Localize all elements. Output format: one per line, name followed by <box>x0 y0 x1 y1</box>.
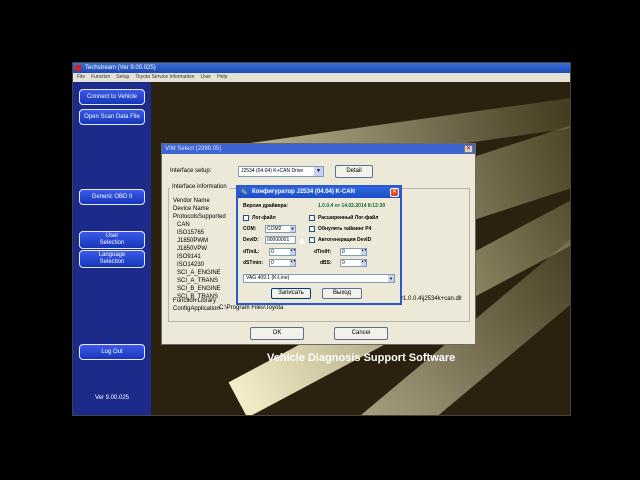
tinih-value: 0 <box>342 249 345 255</box>
connect-to-vehicle-button[interactable]: Connect to Vehicle <box>79 89 145 105</box>
info-line: Vendor Name <box>173 198 210 204</box>
stmin-value: 0 <box>271 260 274 266</box>
devid-field[interactable]: 00000001 <box>265 236 296 244</box>
bs-stepper[interactable]: 0 ▲▼ <box>340 259 367 267</box>
user-selection-button[interactable]: User Selection <box>79 231 145 249</box>
log-file-checkbox[interactable] <box>243 215 249 221</box>
wrench-icon: ✎ <box>241 188 248 197</box>
menu-bar: File Function Setup Toyota Service Informat… <box>73 73 570 82</box>
save-button[interactable]: Записать <box>271 288 311 299</box>
info-line: CAN <box>177 222 190 228</box>
tinih-stepper[interactable]: 0 ▲▼ <box>340 248 367 256</box>
info-line: ConfigApplication <box>173 306 220 312</box>
interface-setup-label: Interface setup: <box>170 168 212 174</box>
stepper-arrows-icon[interactable]: ▲▼ <box>290 249 296 255</box>
tinil-value: 0 <box>271 249 274 255</box>
info-line: ProtocolsSupported <box>173 214 226 220</box>
interface-select[interactable]: J2534 (04.04) K+CAN Drive ▼ <box>238 166 324 177</box>
menu-setup[interactable]: Setup <box>116 74 129 80</box>
mouse-cursor-icon <box>299 238 305 244</box>
version-label: Ver 9.00.025 <box>94 395 130 401</box>
tinil-label: dTiniL: <box>243 249 260 255</box>
info-line: ISO9141 <box>177 254 201 260</box>
driver-version-value: 1.0.0.4 от 14.02.2014 8:12:30 <box>318 203 386 209</box>
devid-label: DevID: <box>243 237 259 243</box>
config-dialog-title: Конфигуратор J2534 (04.04) K-CAN <box>238 187 400 198</box>
close-icon[interactable]: ✕ <box>390 188 399 197</box>
vim-dialog-title: VIM Select (2999.05) <box>162 144 475 154</box>
stmin-label: dSTmin: <box>243 260 263 266</box>
generic-obd-button[interactable]: Generic OBD II <box>79 189 145 205</box>
bs-label: dBS: <box>320 260 332 266</box>
menu-user[interactable]: User <box>201 74 212 80</box>
user-selection-line1: User <box>105 233 119 239</box>
config-application-value: C:\Program Files\Toyota <box>219 305 284 311</box>
menu-help[interactable]: Help <box>217 74 227 80</box>
info-line: ISO15765 <box>177 230 205 236</box>
language-selection-button[interactable]: Language Selection <box>79 250 145 268</box>
info-line: SCI_B_ENGINE <box>177 286 221 292</box>
reset-p4-checkbox[interactable] <box>309 226 315 232</box>
ok-button[interactable]: OK <box>250 327 304 340</box>
menu-file[interactable]: File <box>77 74 85 80</box>
info-line: J1850PWM <box>177 238 209 244</box>
sidebar: Connect to Vehicle Open Scan Data File G… <box>73 82 151 415</box>
app-icon <box>75 65 81 71</box>
log-out-button[interactable]: Log Out <box>79 344 145 360</box>
chevron-down-icon[interactable]: ▼ <box>290 226 295 232</box>
autogen-devid-label: Автогенерация DevID <box>318 237 372 243</box>
j2534-config-dialog: Конфигуратор J2534 (04.04) K-CAN ✎ ✕ Вер… <box>236 185 402 305</box>
function-library-value: v1.0.0.4\j2534k+can.dll <box>400 296 462 302</box>
com-port-select[interactable]: COM2 ▼ <box>265 225 296 233</box>
detail-button[interactable]: Detail <box>335 165 373 178</box>
info-line: SCI_A_ENGINE <box>177 270 221 276</box>
info-line: Device Name <box>173 206 210 212</box>
menu-function[interactable]: Function <box>91 74 110 80</box>
device-select[interactable]: VAG 409.1 (K-Line) ▼ <box>243 274 395 283</box>
log-file-label: Лог-файл <box>252 215 276 221</box>
chevron-down-icon[interactable]: ▼ <box>314 167 323 176</box>
tagline: Vehicle Diagnosis Support Software <box>267 352 456 364</box>
com-port-value: COM2 <box>267 226 282 232</box>
window-title: Techstream (Ver 9.00.025) <box>73 63 570 73</box>
tinil-stepper[interactable]: 0 ▲▼ <box>269 248 296 256</box>
device-value: VAG 409.1 (K-Line) <box>246 275 290 281</box>
reset-p4-label: Обнулять тайминг P4 <box>318 226 372 232</box>
bs-value: 0 <box>342 260 345 266</box>
ext-log-checkbox[interactable] <box>309 215 315 221</box>
close-icon[interactable]: ✕ <box>464 145 473 153</box>
interface-select-value: J2534 (04.04) K+CAN Drive <box>241 168 304 174</box>
info-line: ISO14230 <box>177 262 205 268</box>
cancel-button[interactable]: Cancel <box>334 327 388 340</box>
info-line: Function Library <box>173 298 217 304</box>
stepper-arrows-icon[interactable]: ▲▼ <box>361 260 367 266</box>
interface-info-legend: Interface information <box>170 184 229 190</box>
stmin-stepper[interactable]: 0 ▲▼ <box>269 259 296 267</box>
stepper-arrows-icon[interactable]: ▲▼ <box>361 249 367 255</box>
language-selection-line2: Selection <box>99 259 125 265</box>
autogen-devid-checkbox[interactable] <box>309 237 315 243</box>
com-label: COM: <box>243 226 257 232</box>
language-selection-line1: Language <box>98 252 126 258</box>
stepper-arrows-icon[interactable]: ▲▼ <box>290 260 296 266</box>
open-scan-data-button[interactable]: Open Scan Data File <box>79 109 145 125</box>
tinih-label: dTiniH: <box>314 249 332 255</box>
user-selection-line2: Selection <box>99 240 125 246</box>
driver-version-label: Версия драйвера: <box>243 203 288 209</box>
menu-service-info[interactable]: Toyota Service Information <box>135 74 194 80</box>
exit-button[interactable]: Выход <box>322 288 362 299</box>
ext-log-label: Расширенный Лог-файл <box>318 215 379 221</box>
info-line: J1850VPW <box>177 246 208 252</box>
chevron-down-icon[interactable]: ▼ <box>388 275 394 282</box>
info-line: SCI_A_TRANS <box>177 278 219 284</box>
